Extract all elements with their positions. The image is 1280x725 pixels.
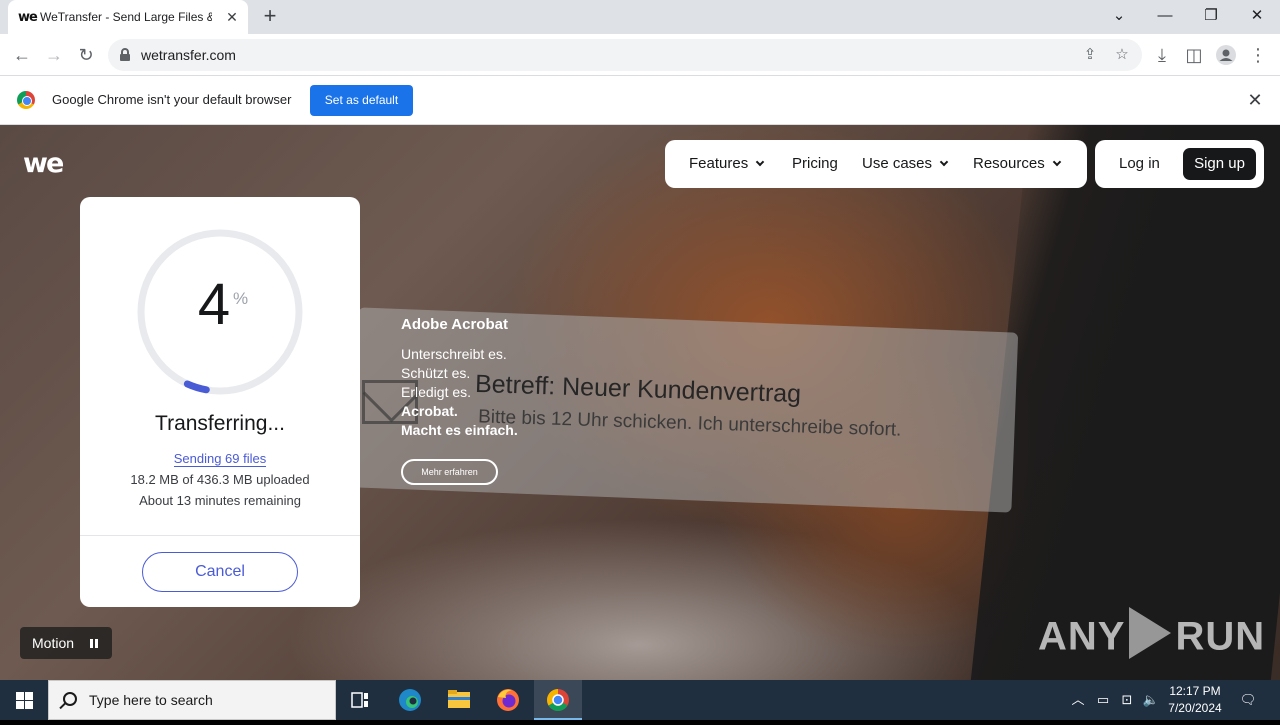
motion-label: Motion: [32, 635, 75, 651]
uploaded-amount: 18.2 MB of 436.3 MB uploaded: [130, 472, 310, 487]
percent-sign: %: [233, 289, 249, 308]
wetransfer-favicon-icon: we: [18, 9, 38, 25]
profile-avatar-icon[interactable]: [1213, 42, 1239, 68]
sending-files-link[interactable]: Sending 69 files: [80, 451, 360, 467]
pause-icon: [90, 639, 98, 648]
divider: [80, 535, 360, 536]
nav-resources[interactable]: Resources: [973, 155, 1061, 172]
watermark-right: RUN: [1175, 614, 1266, 659]
clock-date: 7/20/2024: [1168, 701, 1222, 715]
browser-tab[interactable]: we WeTransfer - Send Large Files & ✕: [8, 0, 248, 34]
chevron-down-icon: [1052, 157, 1061, 167]
forward-icon[interactable]: →: [41, 42, 67, 68]
cancel-button[interactable]: Cancel: [142, 552, 298, 592]
taskbar-search-placeholder: Type here to search: [89, 692, 213, 708]
ad-learn-more-button[interactable]: Mehr erfahren: [401, 459, 498, 485]
edge-icon[interactable]: [386, 680, 434, 720]
nav-pricing-label: Pricing: [792, 155, 838, 172]
login-link[interactable]: Log in: [1119, 155, 1160, 172]
auth-box: Log in Sign up: [1095, 140, 1264, 188]
tab-strip: we WeTransfer - Send Large Files & ✕ + ⌄…: [0, 0, 1280, 34]
ad-line: Macht es einfach.: [401, 422, 518, 438]
nav-use-cases-label: Use cases: [862, 155, 933, 172]
set-as-default-button[interactable]: Set as default: [310, 85, 413, 116]
restore-icon[interactable]: ❐: [1196, 4, 1226, 30]
tab-search-icon[interactable]: ⌄: [1104, 4, 1134, 30]
ad-line: Unterschreibt es.: [401, 346, 507, 362]
browser-toolbar: ← → ↻ wetransfer.com ⇪ ☆ ⤓ ◫ ⋮: [0, 34, 1280, 76]
signup-button[interactable]: Sign up: [1183, 148, 1256, 180]
progress-percent: 4: [197, 272, 231, 337]
infobar-message: Google Chrome isn't your default browser: [52, 92, 292, 107]
firefox-icon[interactable]: [484, 680, 532, 720]
taskbar-search[interactable]: Type here to search: [48, 680, 336, 720]
sending-files-label: Sending 69 files: [173, 451, 267, 467]
notifications-icon[interactable]: 🗨: [1236, 680, 1260, 720]
download-icon[interactable]: ⤓: [1149, 42, 1175, 68]
side-panel-icon[interactable]: ◫: [1181, 42, 1207, 68]
time-remaining: About 13 minutes remaining: [139, 493, 301, 508]
ad-line: Erledigt es.: [401, 384, 472, 400]
chevron-down-icon: [755, 157, 765, 167]
taskbar-clock[interactable]: 12:17 PM 7/20/2024: [1160, 683, 1230, 717]
minimize-icon[interactable]: —: [1150, 4, 1180, 30]
nav-use-cases[interactable]: Use cases: [862, 155, 949, 172]
clock-time: 12:17 PM: [1169, 684, 1221, 698]
chrome-logo-icon: [17, 91, 35, 109]
chevron-down-icon: [939, 157, 949, 167]
battery-icon[interactable]: ▭: [1092, 680, 1114, 720]
close-window-icon[interactable]: ✕: [1242, 4, 1272, 30]
motion-toggle[interactable]: Motion: [20, 627, 112, 659]
ad-line: Acrobat.: [401, 403, 458, 419]
chrome-taskbar-icon[interactable]: [534, 680, 582, 720]
tab-title: WeTransfer - Send Large Files &: [40, 10, 212, 24]
nav-pricing[interactable]: Pricing: [792, 155, 838, 172]
wetransfer-logo[interactable]: we: [23, 150, 64, 177]
play-icon: [1129, 607, 1172, 659]
url-text[interactable]: wetransfer.com: [141, 47, 236, 63]
transfer-panel: 4 % Transferring... Sending 69 files 18.…: [80, 197, 360, 607]
file-explorer-icon[interactable]: [435, 680, 483, 720]
background-laptop: [970, 125, 1280, 680]
main-nav: Features Pricing Use cases Resources: [665, 140, 1087, 188]
nav-features[interactable]: Features: [689, 155, 765, 172]
back-icon[interactable]: ←: [9, 42, 35, 68]
nav-resources-label: Resources: [973, 155, 1045, 172]
ad-line: Schützt es.: [401, 365, 471, 381]
show-hidden-icons-icon[interactable]: ︿: [1068, 680, 1088, 720]
anyrun-watermark: ANY RUN: [1038, 607, 1266, 665]
bookmark-star-icon[interactable]: ☆: [1110, 43, 1134, 67]
chrome-menu-icon[interactable]: ⋮: [1245, 42, 1271, 68]
reload-icon[interactable]: ↻: [73, 42, 99, 68]
ad-brand: Adobe Acrobat: [401, 316, 508, 333]
start-button[interactable]: [0, 680, 48, 720]
task-view-icon[interactable]: [336, 680, 384, 720]
windows-logo-icon: [16, 692, 24, 700]
network-icon[interactable]: ⊡: [1116, 680, 1138, 720]
nav-features-label: Features: [689, 155, 749, 172]
close-infobar-icon[interactable]: ✕: [1246, 90, 1264, 110]
page-viewport: Betreff: Neuer Kundenvertrag Bitte bis 1…: [0, 125, 1280, 680]
share-icon[interactable]: ⇪: [1078, 43, 1102, 67]
address-bar[interactable]: wetransfer.com ⇪ ☆: [108, 39, 1142, 71]
watermark-left: ANY: [1038, 614, 1126, 659]
default-browser-infobar: Google Chrome isn't your default browser…: [0, 76, 1280, 125]
windows-taskbar: Type here to search ︿ ▭ ⊡ 🔈 12:17 PM 7/2…: [0, 680, 1280, 720]
search-icon: [63, 692, 77, 706]
new-tab-button[interactable]: +: [258, 5, 282, 29]
lock-icon[interactable]: [120, 48, 130, 61]
close-tab-icon[interactable]: ✕: [224, 9, 240, 25]
transfer-status: Transferring...: [155, 412, 285, 435]
volume-icon[interactable]: 🔈: [1140, 680, 1162, 720]
